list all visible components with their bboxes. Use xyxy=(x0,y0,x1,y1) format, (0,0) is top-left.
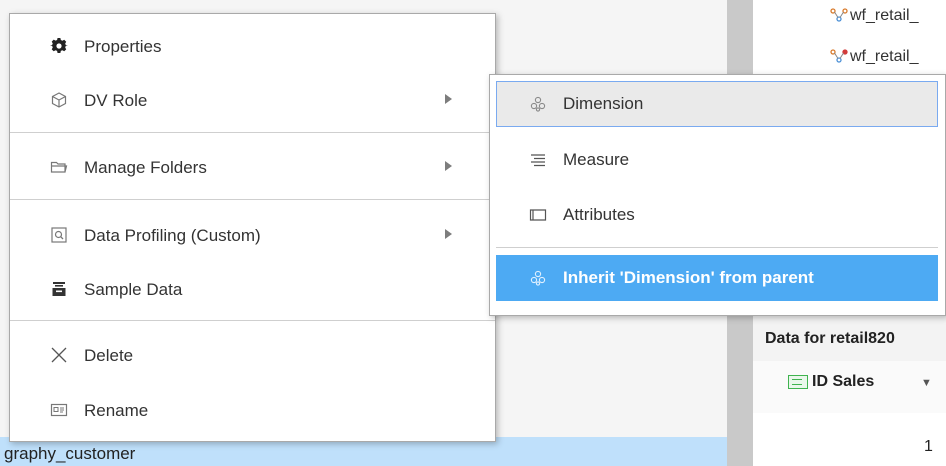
data-panel-header: Data for retail820 xyxy=(753,314,946,361)
workflow-item-label: wf_retail_ xyxy=(850,7,919,24)
submenu-arrow-icon xyxy=(445,94,452,104)
submenu-arrow-icon xyxy=(445,161,452,171)
attributes-icon xyxy=(529,209,547,221)
selected-tree-row-label: graphy_customer xyxy=(4,444,136,463)
submenu-item-label: Dimension xyxy=(563,94,644,113)
gear-icon xyxy=(50,37,68,53)
submenu-item-attributes[interactable]: Attributes xyxy=(496,192,938,238)
context-menu: Properties DV Role Manage Folders Data P… xyxy=(9,13,496,442)
menu-separator xyxy=(10,132,495,133)
menu-item-label: Rename xyxy=(84,401,149,420)
data-panel-title: Data for retail820 xyxy=(765,330,895,347)
menu-item-label: Properties xyxy=(84,37,162,56)
sort-caret-icon[interactable]: ▼ xyxy=(921,377,932,389)
profiling-icon xyxy=(51,227,67,243)
menu-item-data-profiling[interactable]: Data Profiling (Custom) xyxy=(10,217,495,253)
column-header[interactable]: ID Sales ▼ xyxy=(753,361,946,413)
submenu-separator xyxy=(496,247,938,248)
menu-item-properties[interactable]: Properties xyxy=(10,28,495,64)
table-cell: 1 xyxy=(924,438,933,455)
submenu-arrow-icon xyxy=(445,229,452,239)
submenu-item-label: Attributes xyxy=(563,205,635,224)
menu-item-sample-data[interactable]: Sample Data xyxy=(10,271,495,307)
dimension-icon xyxy=(530,96,546,112)
workflow-item[interactable]: wf_retail_ xyxy=(830,7,918,25)
menu-item-label: Data Profiling (Custom) xyxy=(84,226,261,245)
workflow-item-label: wf_retail_ xyxy=(850,48,919,65)
dimension-icon xyxy=(530,270,546,286)
submenu-item-label: Inherit 'Dimension' from parent xyxy=(563,268,814,287)
workflow-item[interactable]: wf_retail_ xyxy=(830,48,918,66)
menu-item-label: DV Role xyxy=(84,91,148,110)
close-icon xyxy=(51,347,67,363)
menu-separator xyxy=(10,320,495,321)
sample-data-icon xyxy=(52,282,66,296)
measure-column-icon xyxy=(788,375,808,389)
measure-icon xyxy=(531,154,545,167)
workflow-icon xyxy=(830,49,848,63)
menu-item-label: Sample Data xyxy=(84,280,183,299)
dv-role-submenu: Dimension Measure Attributes Inherit 'Di… xyxy=(489,74,946,316)
menu-item-label: Delete xyxy=(84,346,134,365)
folder-icon xyxy=(50,161,68,173)
menu-item-rename[interactable]: Rename xyxy=(10,392,495,428)
submenu-item-inherit-dimension[interactable]: Inherit 'Dimension' from parent xyxy=(496,255,938,301)
menu-item-delete[interactable]: Delete xyxy=(10,337,495,373)
submenu-item-dimension[interactable]: Dimension xyxy=(496,81,938,127)
menu-separator xyxy=(10,199,495,200)
column-header-label: ID Sales xyxy=(812,373,875,390)
cube-icon xyxy=(51,92,67,108)
submenu-item-label: Measure xyxy=(563,150,630,169)
menu-item-manage-folders[interactable]: Manage Folders xyxy=(10,149,495,185)
rename-icon xyxy=(50,403,68,417)
menu-item-dv-role[interactable]: DV Role xyxy=(10,82,495,118)
workflow-icon xyxy=(830,8,848,22)
menu-item-label: Manage Folders xyxy=(84,158,207,177)
submenu-item-measure[interactable]: Measure xyxy=(496,137,938,183)
